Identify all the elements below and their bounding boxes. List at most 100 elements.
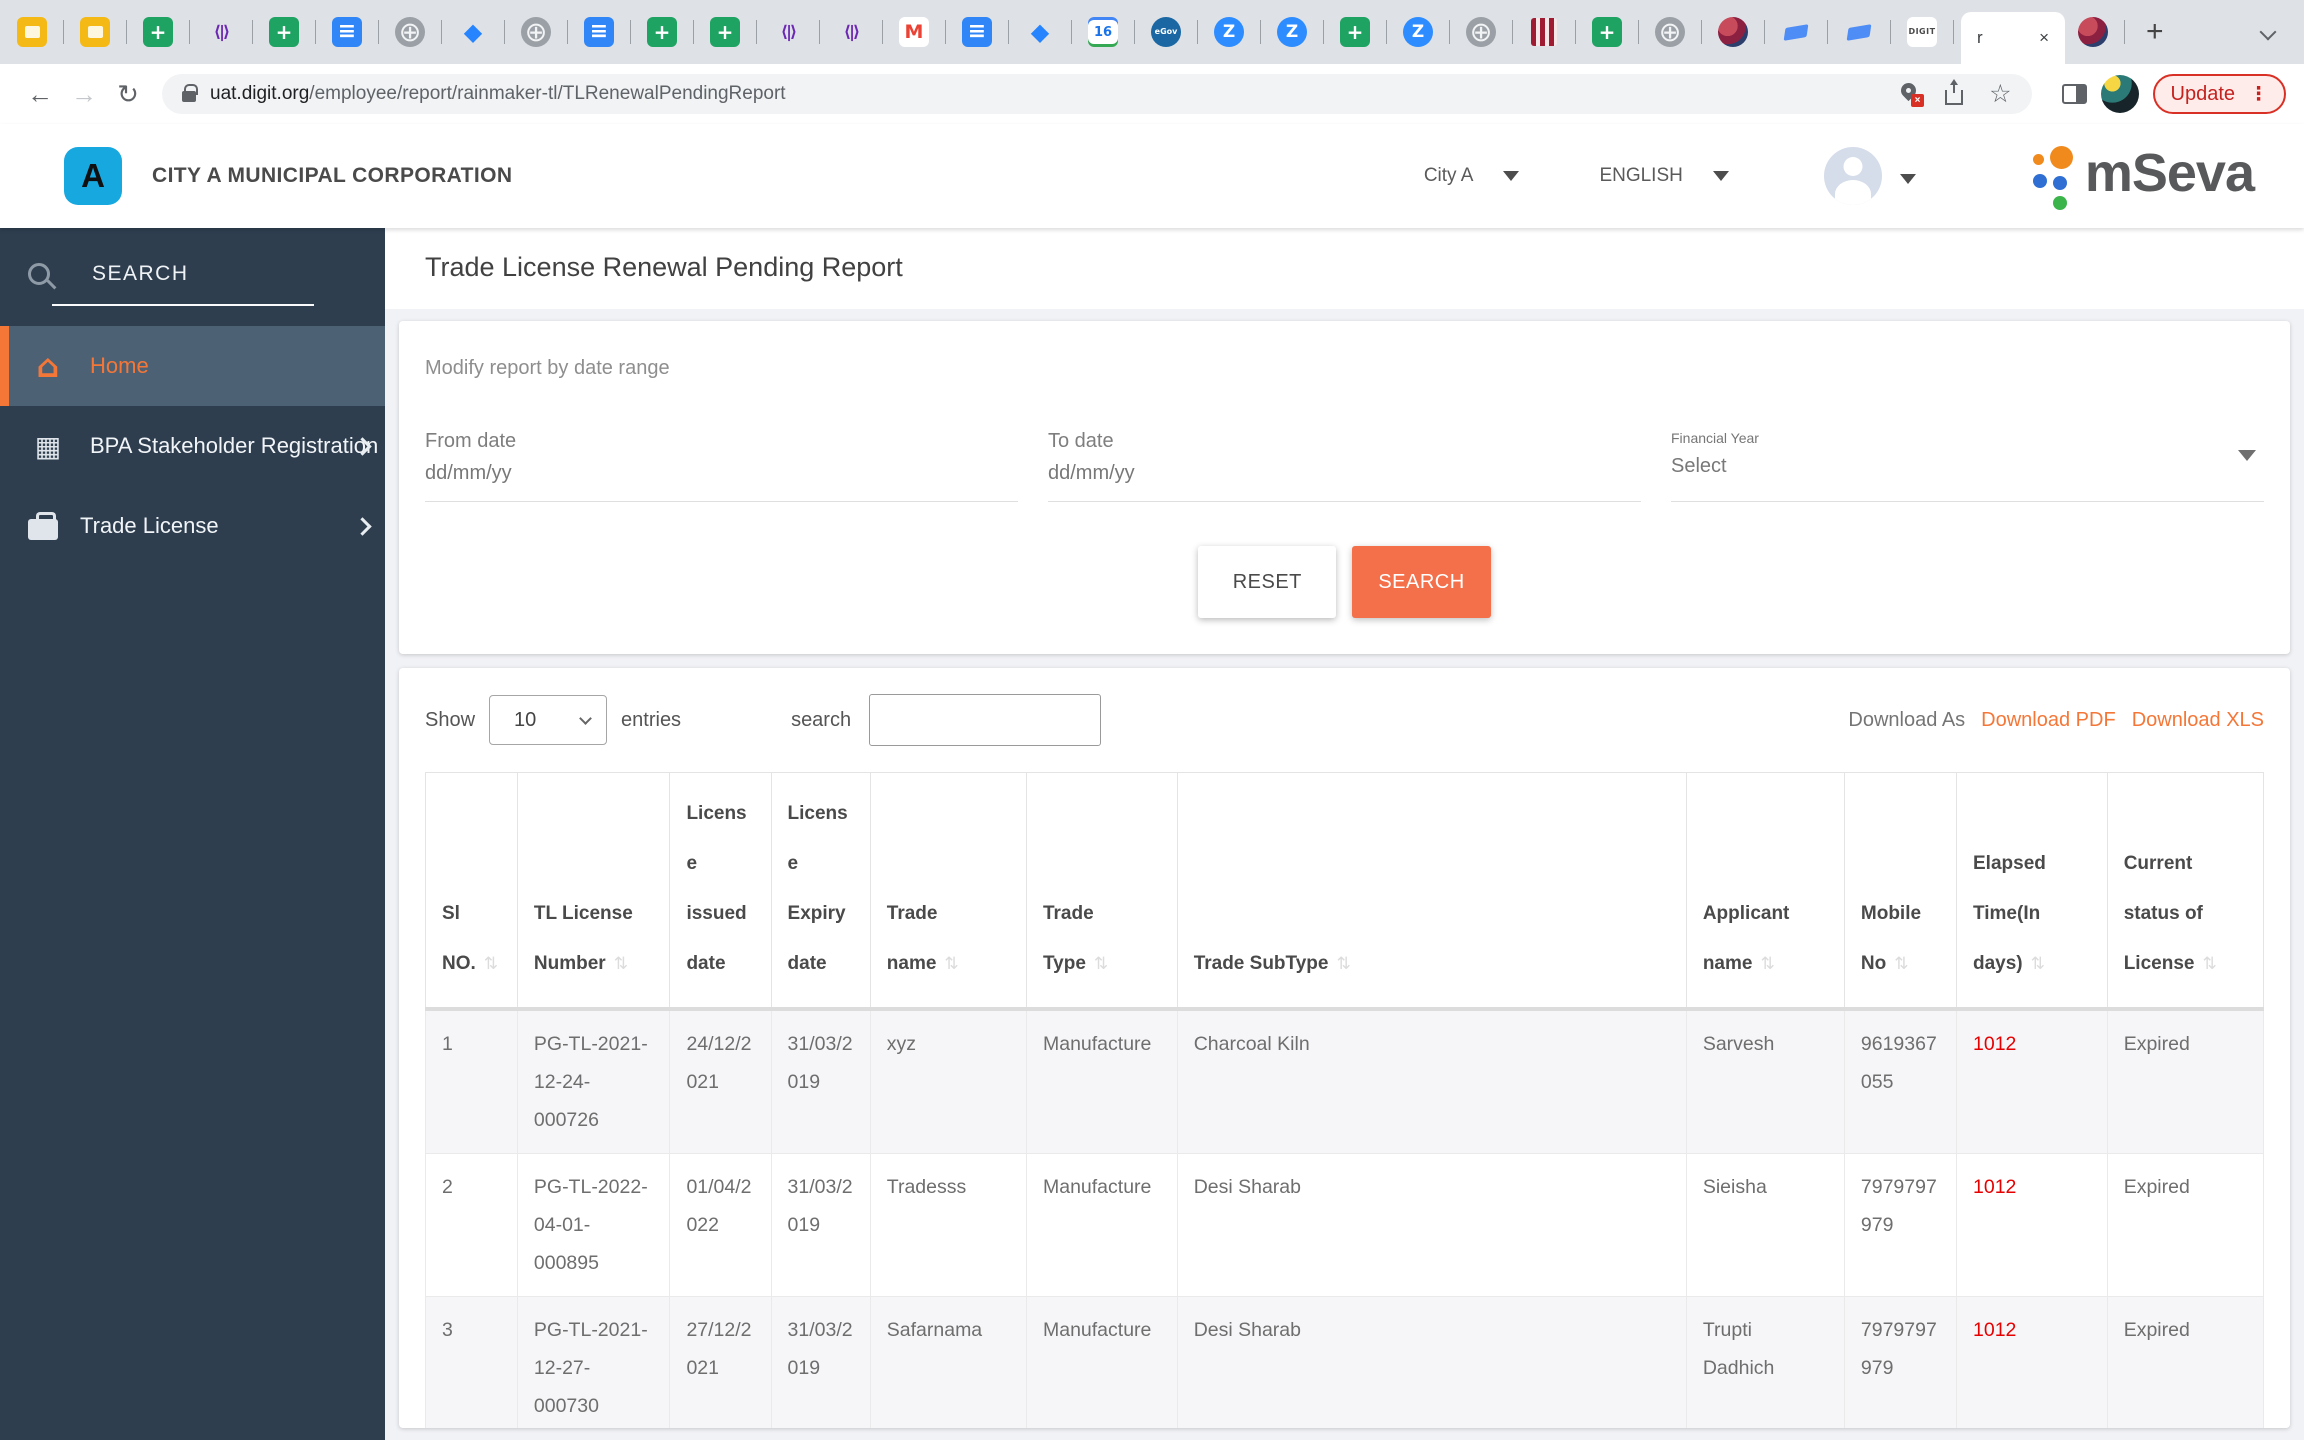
tab-zoom[interactable]	[1266, 0, 1318, 64]
bookmark-star-icon[interactable]: ☆	[1989, 81, 2011, 107]
tab-docs[interactable]	[573, 0, 625, 64]
column-header[interactable]: Sl NO. ⇅	[425, 772, 518, 1011]
tab-calendar[interactable]	[1077, 0, 1129, 64]
tab-globe[interactable]	[1644, 0, 1696, 64]
tab-sphere[interactable]	[1707, 0, 1759, 64]
from-date-field[interactable]: From date dd/mm/yy	[425, 430, 1018, 502]
sidebar-item-bpa-stakeholder-registration[interactable]: BPA Stakeholder Registration	[0, 406, 385, 486]
tab-slides[interactable]	[69, 0, 121, 64]
active-tab[interactable]: r ×	[1961, 12, 2065, 64]
tab-jira[interactable]	[1014, 0, 1066, 64]
column-header[interactable]: Mobile No ⇅	[1843, 772, 1958, 1011]
tab-divider	[1323, 20, 1324, 44]
tab-code[interactable]	[762, 0, 814, 64]
zoom-favicon-icon	[1214, 17, 1244, 47]
download-pdf-link[interactable]: Download PDF	[1981, 709, 2116, 732]
tab-sphere[interactable]	[2067, 0, 2119, 64]
tab-sheets[interactable]	[258, 0, 310, 64]
address-bar[interactable]: uat.digit.org/employee/report/rainmaker-…	[162, 74, 2032, 114]
page-size-select[interactable]: 10	[489, 695, 608, 745]
column-header[interactable]: Current status of License ⇅	[2106, 772, 2265, 1011]
tab-slides[interactable]	[6, 0, 58, 64]
tab-zoom[interactable]	[1203, 0, 1255, 64]
column-header[interactable]: Trade name ⇅	[869, 772, 1027, 1011]
tab-globe[interactable]	[510, 0, 562, 64]
new-tab-button[interactable]: +	[2146, 17, 2164, 47]
sort-icon[interactable]: ⇅	[1894, 954, 1908, 973]
to-date-field[interactable]: To date dd/mm/yy	[1048, 430, 1641, 502]
tab-sheets[interactable]	[1329, 0, 1381, 64]
back-button[interactable]: ←	[18, 79, 62, 110]
table-search-input[interactable]	[869, 694, 1102, 746]
tab-docs[interactable]	[321, 0, 373, 64]
column-header[interactable]: Trade SubType ⇅	[1176, 772, 1687, 1011]
sort-icon[interactable]: ⇅	[944, 954, 958, 973]
tab-close-icon[interactable]: ×	[2039, 28, 2049, 48]
language-selector[interactable]: ENGLISH	[1599, 165, 1729, 187]
sidebar-item-home[interactable]: Home	[0, 326, 385, 406]
tab-divider	[567, 20, 568, 44]
sort-icon[interactable]: ⇅	[2031, 954, 2045, 973]
table-cell: Desi Sharab	[1176, 1153, 1687, 1297]
tab-globe[interactable]	[1455, 0, 1507, 64]
active-tab-title: r	[1977, 28, 1983, 47]
city-selector[interactable]: City A	[1424, 165, 1520, 187]
tab-digit[interactable]	[1896, 0, 1948, 64]
reload-button[interactable]: ↻	[106, 79, 150, 110]
zoom-favicon-icon	[1277, 17, 1307, 47]
column-header[interactable]: TL License Number ⇅	[516, 772, 671, 1011]
tab-zoom[interactable]	[1392, 0, 1444, 64]
table-cell: PG-TL-2021-12-27-000730	[516, 1296, 671, 1428]
table-cell: 1012	[1956, 1153, 2108, 1297]
tab-jira[interactable]	[447, 0, 499, 64]
financial-year-field[interactable]: Financial Year Select	[1671, 430, 2264, 502]
tab-overflow-chevron-icon[interactable]	[2259, 23, 2277, 41]
tab-stripes[interactable]	[1518, 0, 1570, 64]
sidebar-search[interactable]: SEARCH	[0, 228, 385, 286]
forward-button[interactable]: →	[62, 79, 106, 110]
tab-gmail[interactable]	[888, 0, 940, 64]
tab-sheets[interactable]	[636, 0, 688, 64]
sort-icon[interactable]: ⇅	[1336, 954, 1350, 973]
column-label: License issued date	[686, 803, 747, 974]
share-icon[interactable]	[1945, 79, 1964, 105]
tab-code[interactable]	[825, 0, 877, 64]
search-button[interactable]: SEARCH	[1352, 546, 1491, 618]
tab-sheets[interactable]	[699, 0, 751, 64]
pinned-tabs-trailing	[2067, 0, 2130, 64]
download-xls-link[interactable]: Download XLS	[2132, 709, 2264, 732]
tab-docs[interactable]	[951, 0, 1003, 64]
browser-menu-icon[interactable]	[2249, 83, 2268, 106]
tab-egov[interactable]	[1140, 0, 1192, 64]
tab-divider	[1071, 20, 1072, 44]
column-header[interactable]: Applicant name ⇅	[1685, 772, 1845, 1011]
sort-icon[interactable]: ⇅	[1760, 954, 1774, 973]
tab-globe[interactable]	[384, 0, 436, 64]
column-header[interactable]: Trade Type ⇅	[1025, 772, 1178, 1011]
chevron-down-icon[interactable]	[1899, 174, 1916, 184]
browser-profile-avatar[interactable]	[2100, 75, 2139, 113]
location-blocked-icon[interactable]	[1897, 79, 1925, 107]
sidebar-item-trade-license[interactable]: Trade License	[0, 486, 385, 566]
tab-divider	[1449, 20, 1450, 44]
tab-book[interactable]	[1833, 0, 1885, 64]
sort-icon[interactable]: ⇅	[614, 954, 628, 973]
column-header[interactable]: License issued date	[669, 772, 772, 1011]
reset-button[interactable]: RESET	[1198, 546, 1337, 618]
sort-icon[interactable]: ⇅	[1094, 954, 1108, 973]
tab-sheets[interactable]	[132, 0, 184, 64]
field-value: Select	[1671, 455, 1727, 477]
tab-book[interactable]	[1770, 0, 1822, 64]
column-header[interactable]: Elapsed Time(In days) ⇅	[1956, 772, 2108, 1011]
column-header[interactable]: License Expiry date	[770, 772, 871, 1011]
side-panel-icon[interactable]	[2061, 84, 2087, 104]
chrome-update-button[interactable]: Update	[2152, 74, 2286, 114]
user-avatar[interactable]	[1823, 147, 1882, 205]
tab-divider	[1512, 20, 1513, 44]
field-value: dd/mm/yy	[1048, 462, 1135, 484]
url-text[interactable]: uat.digit.org/employee/report/rainmaker-…	[210, 83, 786, 105]
sort-icon[interactable]: ⇅	[2202, 954, 2216, 973]
tab-sheets[interactable]	[1581, 0, 1633, 64]
tab-code[interactable]	[195, 0, 247, 64]
sort-icon[interactable]: ⇅	[484, 954, 498, 973]
